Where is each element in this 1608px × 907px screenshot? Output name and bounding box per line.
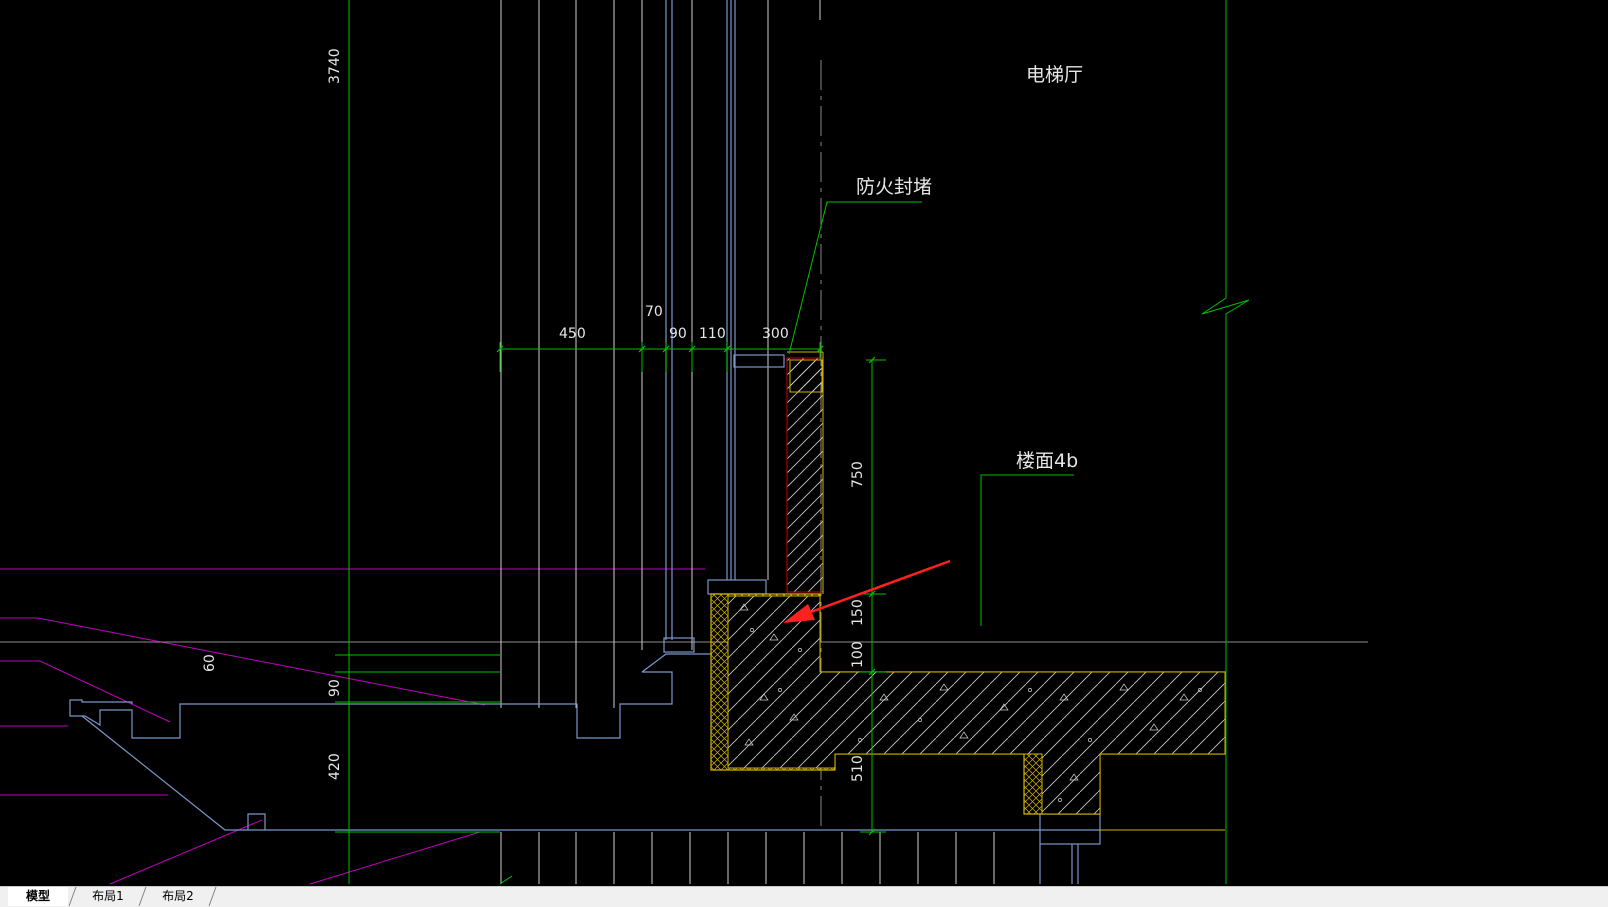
- dim-label-420: 420: [327, 753, 343, 780]
- cad-drawing-canvas[interactable]: 电梯厅 防火封堵 楼面4b 3740 450 70 90 110 300 750…: [0, 0, 1608, 886]
- tab-layout1[interactable]: 布局1: [78, 887, 138, 906]
- dim-label-300: 300: [762, 326, 789, 342]
- layout-tab-bar: 模型 布局1 布局2: [0, 886, 1608, 907]
- tab-separator: [208, 887, 217, 906]
- dim-label-100: 100: [850, 641, 866, 668]
- cad-drawing[interactable]: 电梯厅 防火封堵 楼面4b 3740 450 70 90 110 300 750…: [0, 0, 1608, 886]
- room-label: 电梯厅: [1026, 64, 1083, 86]
- dim-label-60: 60: [202, 654, 218, 672]
- dim-label-90-left: 90: [327, 679, 343, 697]
- tab-model[interactable]: 模型: [8, 887, 68, 906]
- dim-label-110: 110: [699, 326, 726, 342]
- dim-label-750: 750: [850, 461, 866, 488]
- firestop-top-block: [789, 359, 823, 393]
- magenta-lines: [0, 568, 705, 885]
- dim-label-450: 450: [559, 326, 586, 342]
- dim-label-150: 150: [850, 599, 866, 626]
- tab-separator: [68, 887, 77, 906]
- tab-layout2[interactable]: 布局2: [148, 887, 208, 906]
- concrete-slab: [710, 593, 1226, 815]
- dim-label-510: 510: [850, 755, 866, 782]
- firestop-callout-label: 防火封堵: [856, 176, 932, 198]
- dim-label-70: 70: [645, 304, 663, 320]
- firestop-block: [786, 357, 824, 593]
- dim-label-3740: 3740: [327, 48, 343, 84]
- tab-separator: [138, 887, 147, 906]
- floor-finish-callout-label: 楼面4b: [1016, 450, 1078, 472]
- dim-label-90: 90: [669, 326, 687, 342]
